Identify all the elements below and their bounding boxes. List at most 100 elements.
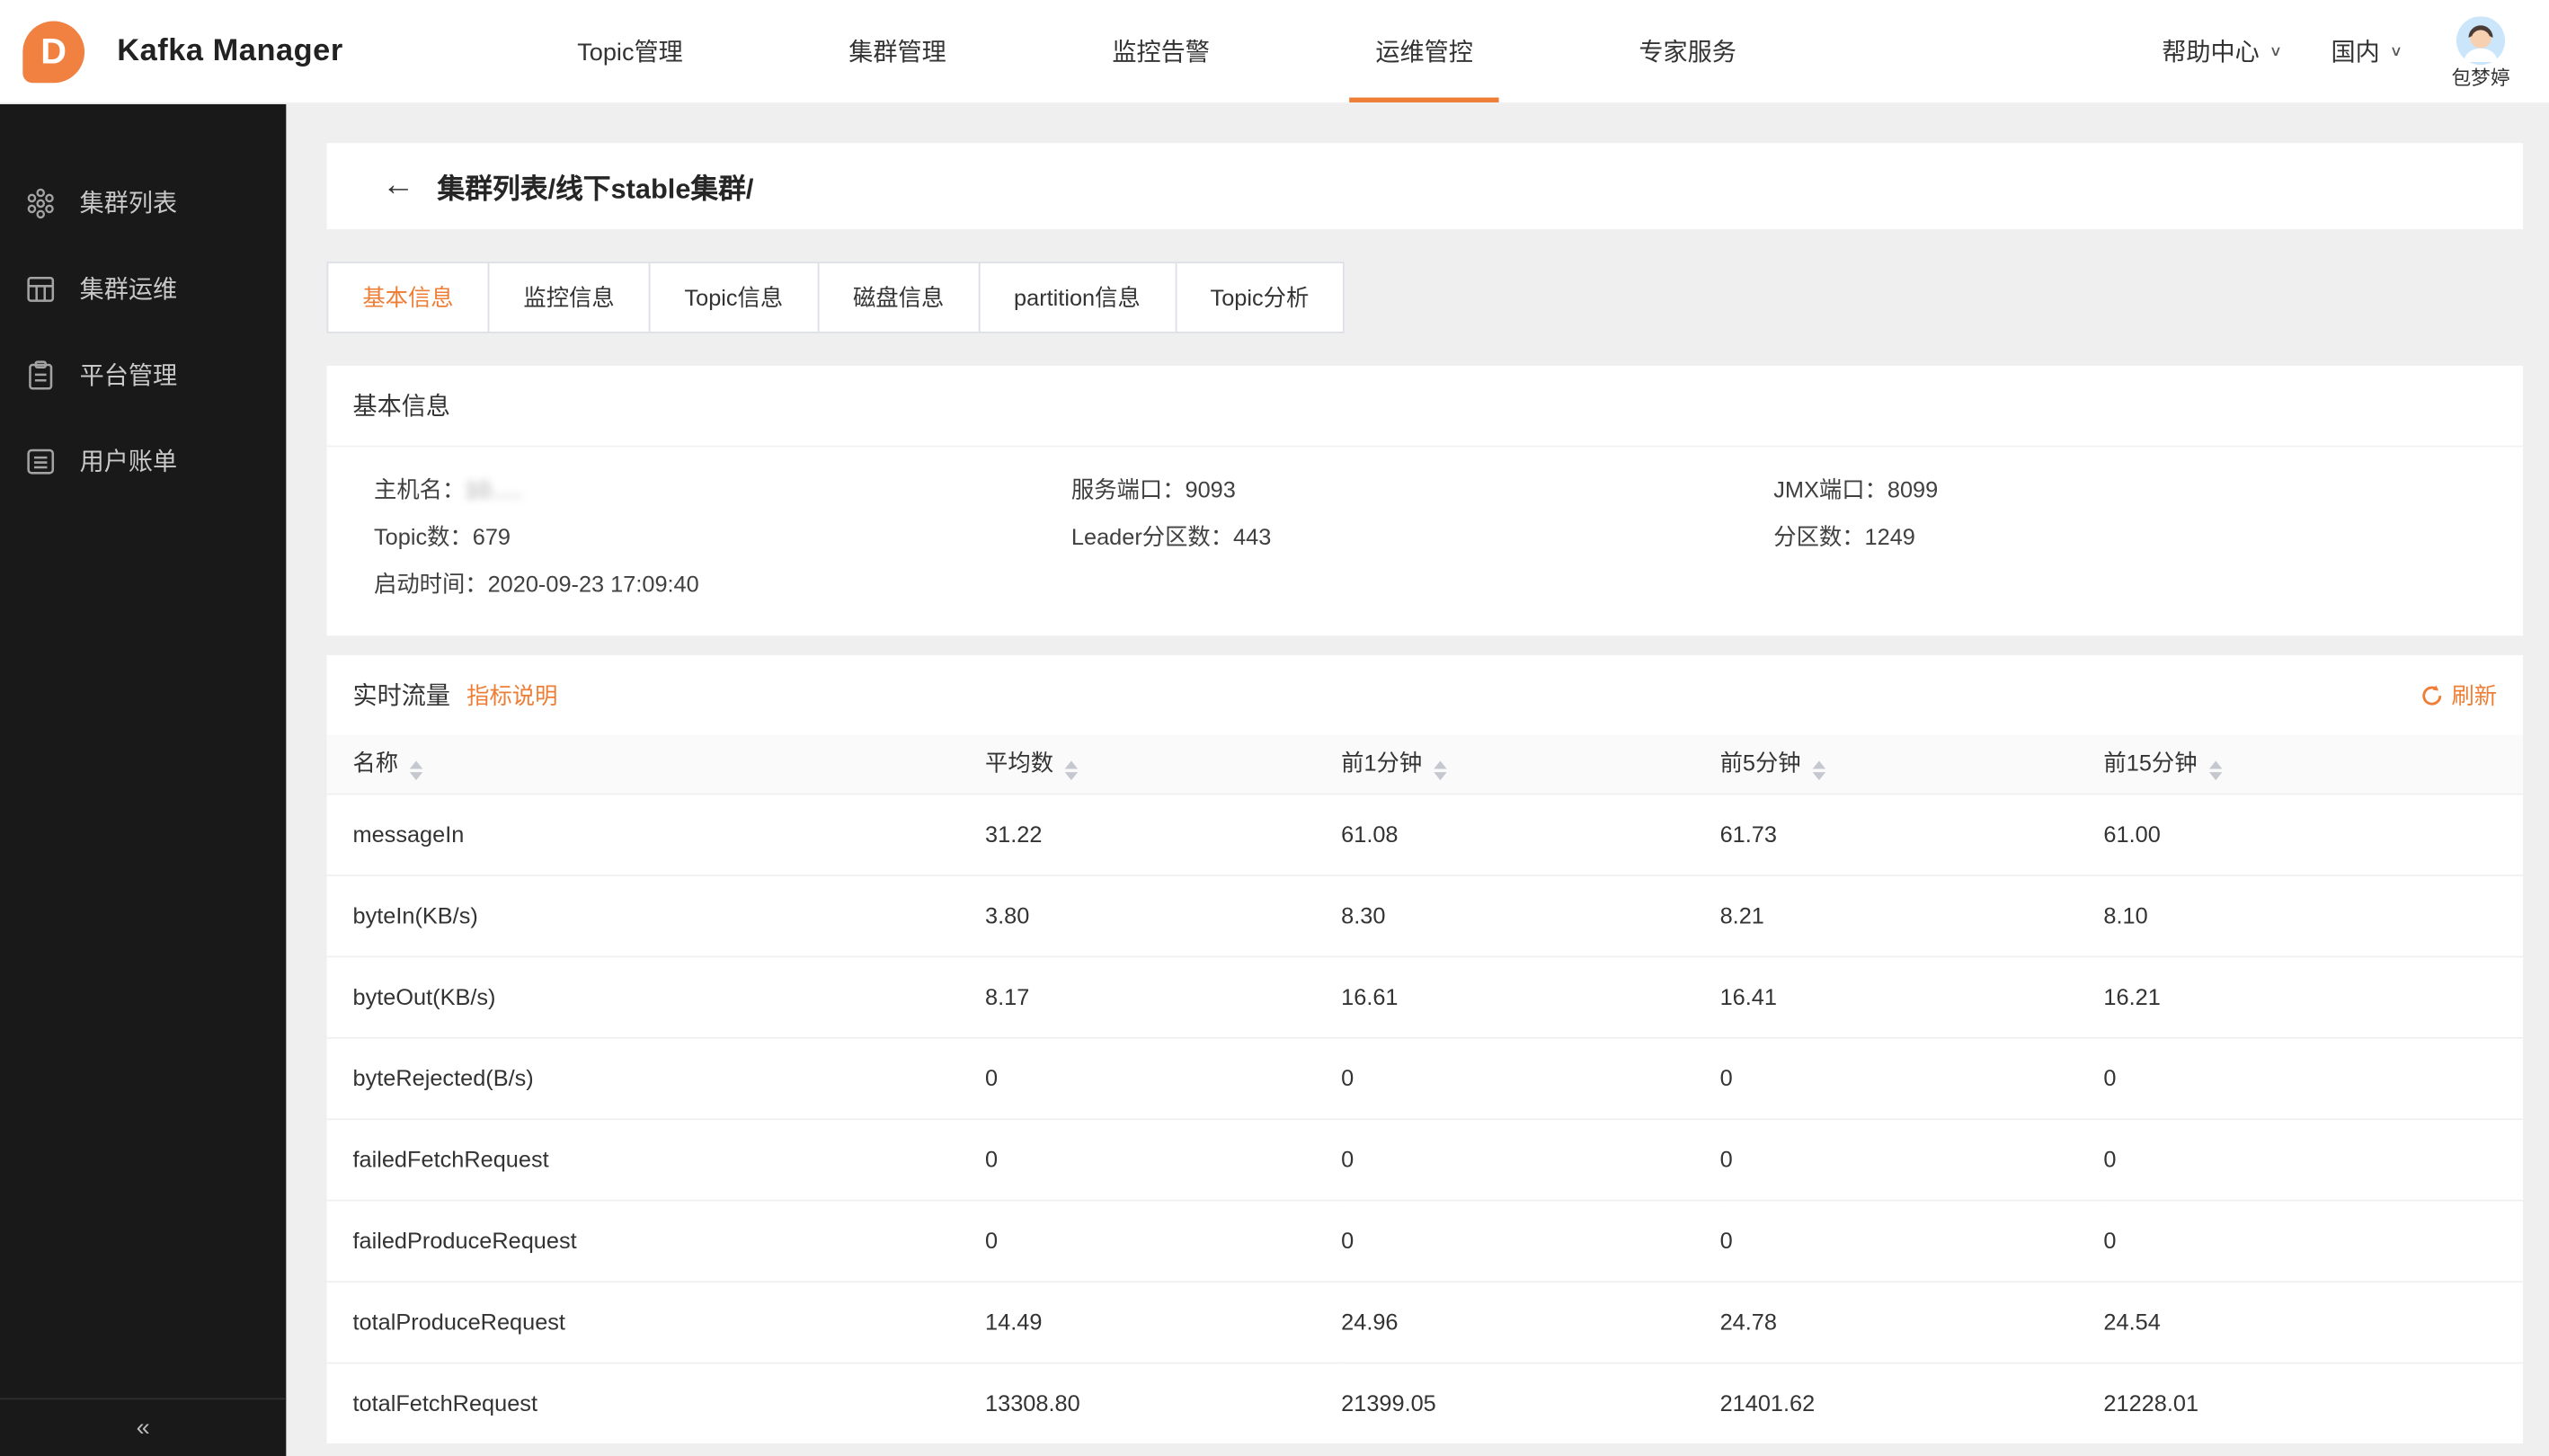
- refresh-icon: [2420, 684, 2443, 706]
- column-header-label: 前5分钟: [1720, 750, 1801, 776]
- sidebar-collapse-button[interactable]: «: [0, 1398, 286, 1456]
- chevron-down-icon: ∨: [2269, 43, 2283, 60]
- metric-value-cell: 16.61: [1341, 955, 1719, 1036]
- table-column-header-2[interactable]: 前1分钟: [1341, 735, 1719, 794]
- tab-monitor-info[interactable]: 监控信息: [488, 262, 651, 333]
- nav-item-monitoring-alert[interactable]: 监控告警: [1086, 0, 1235, 102]
- tab-basic-info[interactable]: 基本信息: [327, 262, 490, 333]
- sidebar-item-label: 集群列表: [80, 185, 178, 219]
- main-content: ← 集群列表/线下stable集群/ 基本信息监控信息Topic信息磁盘信息pa…: [286, 104, 2549, 1456]
- field-value: 10.....: [465, 476, 521, 502]
- metric-value-cell: 0: [2103, 1037, 2523, 1118]
- sidebar-items: 集群列表集群运维平台管理用户账单: [0, 104, 286, 1398]
- info-field: 服务端口：9093: [1071, 473, 1773, 505]
- sidebar-item-label: 集群运维: [80, 271, 178, 306]
- metric-value-cell: 24.54: [2103, 1281, 2523, 1362]
- table-row: totalProduceRequest14.4924.9624.7824.54: [327, 1281, 2524, 1362]
- app-root: D Kafka Manager Topic管理集群管理监控告警运维管控专家服务 …: [0, 0, 2549, 1456]
- basic-info-fields: 主机名：10.....服务端口：9093JMX端口：8099Topic数：679…: [327, 447, 2524, 635]
- info-field: Topic数：679: [374, 520, 1071, 553]
- tab-disk-info[interactable]: 磁盘信息: [817, 262, 980, 333]
- help-center-label: 帮助中心: [2162, 34, 2260, 68]
- nav-item-ops-control[interactable]: 运维管控: [1349, 0, 1498, 102]
- table-row: failedProduceRequest0000: [327, 1200, 2524, 1281]
- metric-value-cell: 61.00: [2103, 794, 2523, 874]
- metric-value-cell: 8.30: [1341, 874, 1719, 955]
- info-field: 分区数：1249: [1773, 520, 2497, 553]
- sidebar-item-platform-mgmt[interactable]: 平台管理: [0, 332, 286, 418]
- table-row: failedFetchRequest0000: [327, 1118, 2524, 1199]
- sort-carets-icon[interactable]: [2208, 761, 2221, 781]
- metric-value-cell: 24.78: [1720, 1281, 2104, 1362]
- chevron-down-icon: ∨: [2390, 43, 2403, 60]
- table-column-header-3[interactable]: 前5分钟: [1720, 735, 2104, 794]
- table-column-header-4[interactable]: 前15分钟: [2103, 735, 2523, 794]
- refresh-button[interactable]: 刷新: [2420, 679, 2497, 711]
- metric-value-cell: 0: [1341, 1037, 1719, 1118]
- metric-value-cell: 0: [1720, 1118, 2104, 1199]
- metric-value-cell: 0: [1720, 1200, 2104, 1281]
- metric-name-cell: totalProduceRequest: [327, 1281, 986, 1362]
- metric-name-cell: byteIn(KB/s): [327, 874, 986, 955]
- breadcrumb: 集群列表/线下stable集群/: [438, 165, 754, 206]
- field-label: 启动时间：: [374, 571, 488, 597]
- field-value: 2020-09-23 17:09:40: [488, 571, 699, 597]
- metric-value-cell: 21228.01: [2103, 1363, 2523, 1443]
- sort-carets-icon[interactable]: [1812, 761, 1825, 781]
- field-label: 分区数：: [1773, 523, 1864, 549]
- nav-item-topic-mgmt[interactable]: Topic管理: [551, 0, 708, 102]
- table-column-header-0[interactable]: 名称: [327, 735, 986, 794]
- field-label: 服务端口：: [1071, 476, 1186, 502]
- metric-value-cell: 0: [1341, 1118, 1719, 1199]
- sidebar-item-cluster-list[interactable]: 集群列表: [0, 159, 286, 245]
- metric-value-cell: 0: [2103, 1200, 2523, 1281]
- field-value: 8099: [1887, 476, 1938, 502]
- tab-topic-analysis[interactable]: Topic分析: [1175, 262, 1345, 333]
- table-row: byteRejected(B/s)0000: [327, 1037, 2524, 1118]
- metric-value-cell: 16.21: [2103, 955, 2523, 1036]
- sort-carets-icon[interactable]: [1065, 761, 1078, 781]
- sort-carets-icon[interactable]: [410, 761, 422, 781]
- metric-value-cell: 0: [985, 1037, 1341, 1118]
- table-row: byteIn(KB/s)3.808.308.218.10: [327, 874, 2524, 955]
- metric-value-cell: 0: [985, 1200, 1341, 1281]
- avatar: [2456, 15, 2505, 64]
- sidebar-item-label: 平台管理: [80, 358, 178, 392]
- metric-value-cell: 8.21: [1720, 874, 2104, 955]
- field-label: JMX端口：: [1773, 476, 1887, 502]
- metric-value-cell: 21399.05: [1341, 1363, 1719, 1443]
- sidebar-item-cluster-ops[interactable]: 集群运维: [0, 245, 286, 332]
- table-column-header-1[interactable]: 平均数: [985, 735, 1341, 794]
- tab-topic-info[interactable]: Topic信息: [649, 262, 819, 333]
- table-row: totalFetchRequest13308.8021399.0521401.6…: [327, 1363, 2524, 1443]
- back-button[interactable]: ←: [382, 167, 414, 205]
- field-label: Leader分区数：: [1071, 523, 1233, 549]
- app-title: Kafka Manager: [117, 33, 343, 69]
- sidebar: 集群列表集群运维平台管理用户账单 «: [0, 104, 286, 1456]
- top-nav: Topic管理 集群管理 监控告警 运维管控 专家服务: [551, 0, 1763, 102]
- sidebar-item-user-billing[interactable]: 用户账单: [0, 418, 286, 504]
- field-value: 9093: [1186, 476, 1236, 502]
- nav-item-cluster-mgmt[interactable]: 集群管理: [822, 0, 972, 102]
- tab-bar: 基本信息监控信息Topic信息磁盘信息partition信息Topic分析: [327, 262, 2524, 333]
- sort-carets-icon[interactable]: [1434, 761, 1446, 781]
- help-center-menu[interactable]: 帮助中心 ∨: [2162, 34, 2282, 68]
- breadcrumb-bar: ← 集群列表/线下stable集群/: [327, 143, 2524, 229]
- metric-value-cell: 0: [1720, 1037, 2104, 1118]
- header-right: 帮助中心 ∨ 国内 ∨ 包梦婷: [2162, 15, 2509, 87]
- field-value: 1249: [1865, 523, 1915, 549]
- table-row: messageIn31.2261.0861.7361.00: [327, 794, 2524, 874]
- tab-partition-info[interactable]: partition信息: [978, 262, 1176, 333]
- metric-name-cell: messageIn: [327, 794, 986, 874]
- table-header-row: 名称平均数前1分钟前5分钟 前15分钟: [327, 735, 2524, 794]
- metric-value-cell: 21401.62: [1720, 1363, 2104, 1443]
- info-field: 启动时间：2020-09-23 17:09:40: [374, 567, 1071, 599]
- metric-value-cell: 13308.80: [985, 1363, 1341, 1443]
- metric-description-link[interactable]: 指标说明: [466, 679, 557, 711]
- nav-item-expert-service[interactable]: 专家服务: [1612, 0, 1762, 102]
- top-header: D Kafka Manager Topic管理集群管理监控告警运维管控专家服务 …: [0, 0, 2549, 104]
- region-menu[interactable]: 国内 ∨: [2331, 34, 2402, 68]
- metric-value-cell: 24.96: [1341, 1281, 1719, 1362]
- metrics-table: 名称平均数前1分钟前5分钟 前15分钟 messageIn31.2261.0861…: [327, 735, 2524, 1444]
- user-menu[interactable]: 包梦婷: [2451, 15, 2509, 87]
